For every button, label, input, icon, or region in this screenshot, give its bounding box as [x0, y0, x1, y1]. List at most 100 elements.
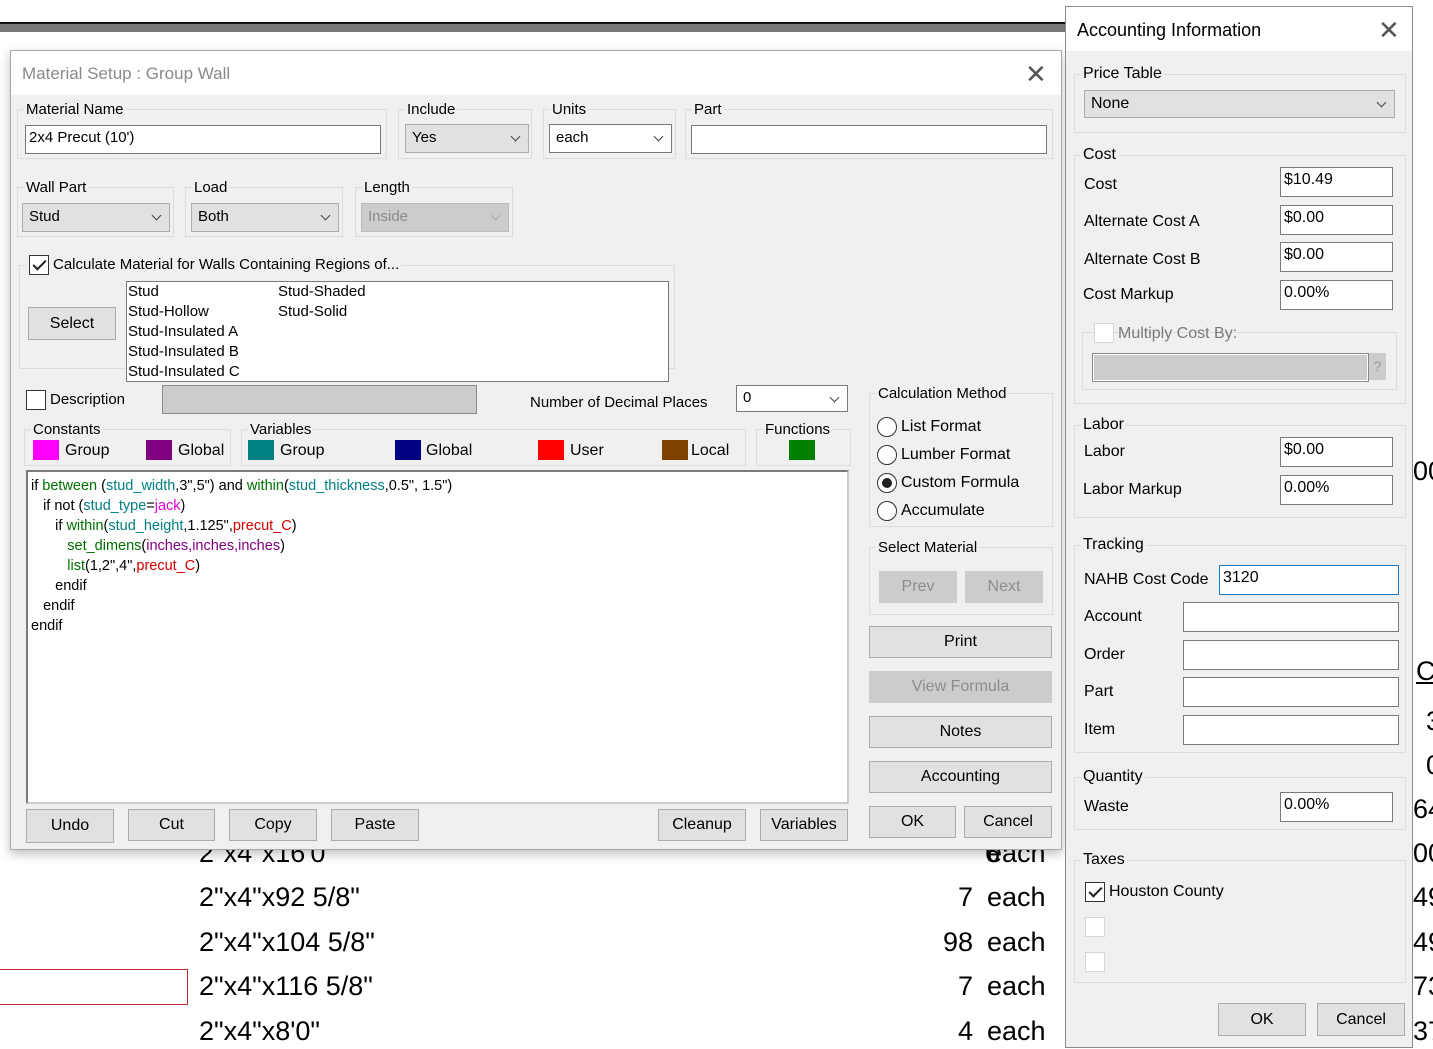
formula-token: inches,inches,inches	[146, 538, 281, 554]
formula-token: jack	[154, 498, 181, 514]
formula-token: (	[97, 478, 106, 494]
formula-token: if	[31, 478, 43, 494]
length-value: Inside	[368, 208, 409, 225]
region-item[interactable]: Stud-Solid	[278, 303, 347, 320]
calc-method-radio[interactable]	[877, 501, 897, 521]
cost-markup-input[interactable]: 0.00%	[1280, 280, 1393, 310]
part-input[interactable]	[691, 125, 1047, 154]
background-fragment: 00	[1413, 456, 1433, 486]
description-checkbox[interactable]	[26, 390, 46, 410]
cost-markup-label: Cost Markup	[1083, 286, 1174, 303]
order-input[interactable]	[1183, 640, 1399, 670]
load-value: Both	[198, 208, 229, 225]
variable-global-label: Global	[426, 442, 473, 459]
multiply-cost-checkbox	[1094, 323, 1114, 343]
nahb-cost-code-input[interactable]: 3120	[1219, 565, 1399, 595]
nahb-cost-code-label: NAHB Cost Code	[1084, 571, 1209, 588]
chevron-down-icon	[490, 210, 501, 221]
region-item[interactable]: Stud-Insulated A	[128, 323, 238, 340]
accounting-cancel-button[interactable]: Cancel	[1317, 1003, 1405, 1036]
close-icon[interactable]: ✕	[1025, 61, 1047, 87]
notes-button[interactable]: Notes	[869, 716, 1052, 748]
formula-token: (1,2",4",	[85, 558, 137, 574]
alternate-cost-b-input[interactable]: $0.00	[1280, 242, 1393, 272]
calc-regions-checkbox[interactable]	[29, 255, 49, 275]
accounting-ok-button[interactable]: OK	[1218, 1003, 1306, 1036]
material-list-row-name: 2"x4"x116 5/8"	[199, 971, 373, 1001]
cancel-button[interactable]: Cancel	[964, 806, 1052, 838]
cost-input[interactable]: $10.49	[1280, 167, 1393, 197]
part-input[interactable]	[1183, 677, 1399, 707]
calc-method-radio[interactable]	[877, 417, 897, 437]
formula-token: endif	[31, 578, 87, 594]
background-column-header-fragment: C	[1416, 656, 1433, 686]
formula-token: between	[42, 478, 98, 494]
region-item[interactable]: Stud	[128, 283, 159, 300]
select-regions-button[interactable]: Select	[28, 307, 116, 340]
regions-listbox[interactable]: Stud Stud-Hollow Stud-Insulated A Stud-I…	[126, 281, 669, 382]
constant-group-label: Group	[65, 442, 110, 459]
region-item[interactable]: Stud-Insulated C	[128, 363, 240, 380]
alternate-cost-a-input[interactable]: $0.00	[1280, 205, 1393, 235]
copy-button[interactable]: Copy	[229, 809, 317, 841]
accounting-button[interactable]: Accounting	[869, 761, 1052, 793]
ok-button[interactable]: OK	[869, 806, 956, 838]
include-select[interactable]: Yes	[405, 124, 529, 153]
dialog-title: Material Setup : Group Wall	[22, 64, 231, 83]
waste-label: Waste	[1084, 798, 1129, 815]
formula-editor[interactable]: if between (stud_width,3",5") and within…	[26, 470, 849, 804]
calc-method-option-label[interactable]: Lumber Format	[901, 446, 1010, 464]
next-button: Next	[965, 571, 1043, 603]
variables-button[interactable]: Variables	[760, 809, 848, 841]
units-select[interactable]: each	[549, 124, 672, 153]
alternate-cost-b-label: Alternate Cost B	[1084, 251, 1201, 268]
formula-line: if within(stud_height,1.125",precut_C)	[31, 516, 844, 536]
calc-method-radio[interactable]	[877, 445, 897, 465]
labor-input[interactable]: $0.00	[1280, 437, 1393, 467]
tax-label: Houston County	[1109, 883, 1224, 900]
formula-token: precut_C	[232, 518, 292, 534]
cleanup-button[interactable]: Cleanup	[658, 809, 746, 841]
formula-token: stud_height	[108, 518, 184, 534]
material-list-row-unit: each	[987, 971, 1046, 1001]
functions-label: Functions	[765, 421, 831, 438]
print-button[interactable]: Print	[869, 626, 1052, 658]
region-item[interactable]: Stud-Insulated B	[128, 343, 239, 360]
variables-label: Variables	[250, 421, 312, 438]
calc-method-radio[interactable]	[877, 473, 897, 493]
account-label: Account	[1084, 608, 1142, 625]
price-table-select[interactable]: None	[1084, 90, 1395, 118]
accounting-dialog: Accounting Information ✕ Price Table Non…	[1065, 6, 1413, 1048]
waste-input[interactable]: 0.00%	[1280, 792, 1393, 822]
close-icon[interactable]: ✕	[1378, 17, 1400, 43]
labor-markup-input[interactable]: 0.00%	[1280, 475, 1393, 505]
formula-token: ,3",5") and	[175, 478, 247, 494]
load-select[interactable]: Both	[191, 203, 339, 232]
material-name-label: Material Name	[26, 101, 124, 118]
formula-token: ,0.5", 1.5")	[384, 478, 453, 494]
region-item[interactable]: Stud-Hollow	[128, 303, 209, 320]
formula-token	[31, 558, 67, 574]
region-item[interactable]: Stud-Shaded	[278, 283, 366, 300]
tax-checkbox[interactable]	[1085, 917, 1105, 937]
cut-button[interactable]: Cut	[128, 809, 215, 841]
tax-checkbox[interactable]	[1085, 952, 1105, 972]
undo-button[interactable]: Undo	[26, 809, 114, 843]
account-input[interactable]	[1183, 602, 1399, 632]
calc-method-option-label[interactable]: List Format	[901, 418, 981, 436]
calc-method-option-label[interactable]: Custom Formula	[901, 474, 1019, 492]
item-input[interactable]	[1183, 715, 1399, 745]
tax-checkbox-houston-county[interactable]	[1085, 882, 1105, 902]
decimal-places-select[interactable]: 0	[736, 385, 848, 412]
chevron-down-icon	[320, 210, 331, 221]
item-label: Item	[1084, 721, 1116, 738]
material-name-input[interactable]: 2x4 Precut (10')	[25, 125, 381, 154]
calc-method-option-label[interactable]: Accumulate	[901, 502, 985, 520]
paste-button[interactable]: Paste	[331, 809, 419, 841]
accounting-title-bar: Accounting Information	[1066, 7, 1412, 51]
length-label: Length	[364, 179, 410, 196]
formula-line: endif	[31, 596, 844, 616]
chevron-down-icon	[653, 131, 664, 142]
wall-part-select[interactable]: Stud	[22, 203, 170, 232]
dialog-title-bar: Material Setup : Group Wall	[11, 51, 1061, 95]
